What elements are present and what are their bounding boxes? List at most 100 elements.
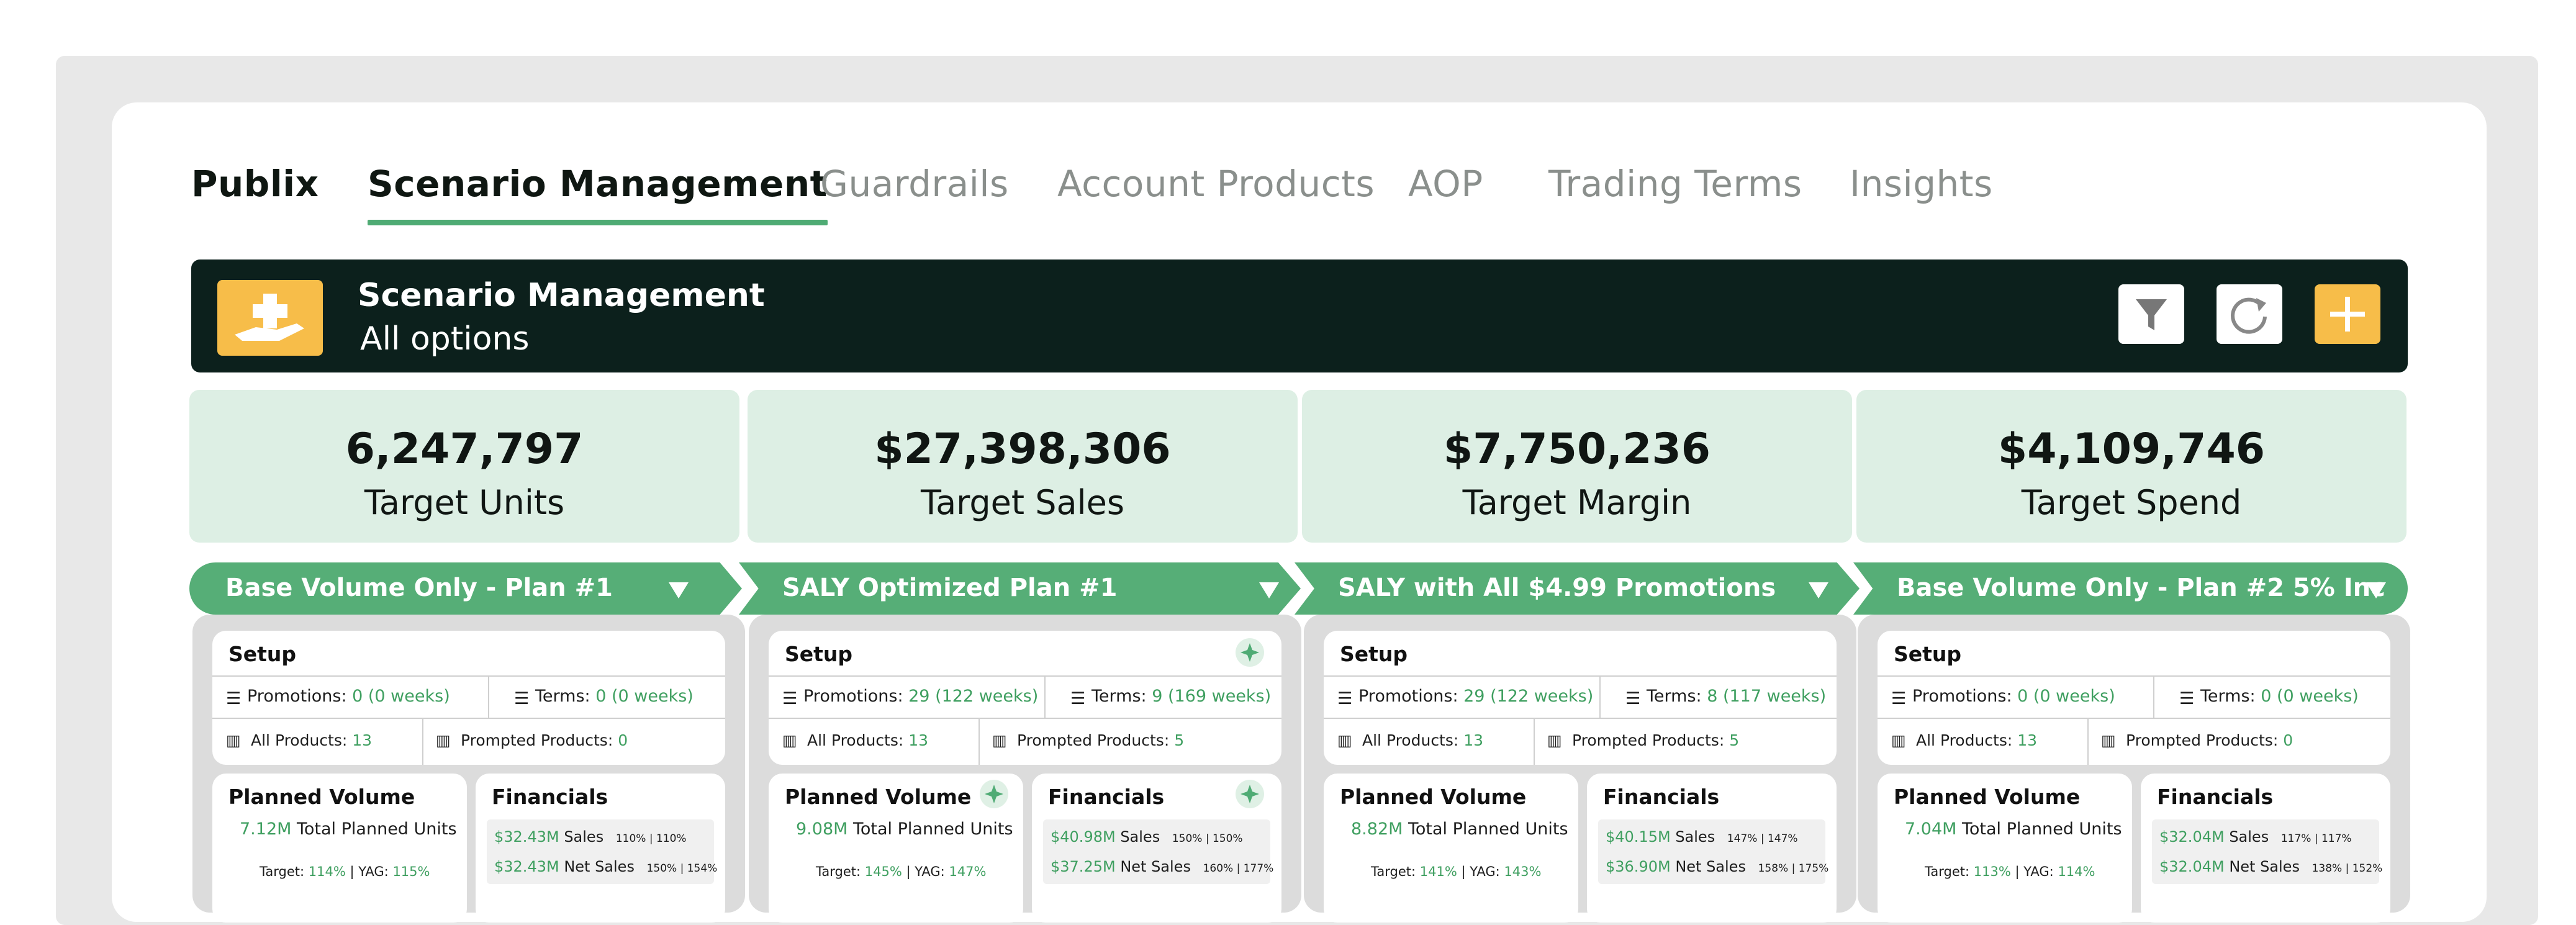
total-planned-units: 9.08M Total Planned Units <box>796 819 1013 839</box>
divider <box>2153 675 2154 719</box>
sales-pct: 147% | 147% <box>1727 833 1798 845</box>
all-products-value: 13 <box>2017 731 2038 749</box>
ai-sparkle-icon[interactable] <box>1236 638 1264 667</box>
filter-button[interactable] <box>2118 284 2184 344</box>
promotions-summary[interactable]: ☰ Promotions: 0 (0 weeks) <box>1891 687 2115 708</box>
sales-pct: 117% | 117% <box>2280 833 2352 845</box>
sales-value: $32.04M <box>2159 828 2225 846</box>
add-scenario-button[interactable] <box>2315 284 2380 344</box>
promotions-label: Promotions: <box>803 687 909 706</box>
net-sales-label: Net Sales <box>559 858 635 875</box>
terms-summary[interactable]: ☰ Terms: 0 (0 weeks) <box>514 687 694 708</box>
scenario-dropdown-3[interactable]: SALY with All $4.99 Promotions <box>1295 562 1860 615</box>
sales-label: Sales <box>1670 828 1715 846</box>
all-products-summary[interactable]: ▥ All Products: 13 <box>226 731 373 749</box>
divider <box>2087 718 2089 765</box>
financials-card: Financials $40.15M Sales 147% | 147% $36… <box>1587 774 1837 923</box>
promotions-summary[interactable]: ☰ Promotions: 29 (122 weeks) <box>1337 687 1594 708</box>
prompted-products-value: 0 <box>618 731 628 749</box>
divider <box>212 675 725 677</box>
kpi-value: 6,247,797 <box>345 425 584 474</box>
all-products-label: All Products: <box>1916 731 2018 749</box>
chevron-down-icon <box>2366 582 2386 598</box>
net-sales-line: $32.04M Net Sales 138% | 152% <box>2159 858 2382 875</box>
filter-icon <box>2136 299 2167 330</box>
scenario-dropdown-1[interactable]: Base Volume Only - Plan #1 <box>189 562 742 615</box>
planned-volume-card: Planned Volume 8.82M Total Planned Units… <box>1324 774 1578 923</box>
setup-card: Setup ☰ Promotions: 29 (122 weeks) ☰ Ter… <box>769 631 1281 765</box>
setup-card: Setup ☰ Promotions: 29 (122 weeks) ☰ Ter… <box>1324 631 1837 765</box>
promotions-summary[interactable]: ☰ Promotions: 29 (122 weeks) <box>782 687 1039 708</box>
all-products-value: 13 <box>352 731 373 749</box>
yag-value: 143% <box>1504 864 1542 879</box>
terms-summary[interactable]: ☰ Terms: 8 (117 weeks) <box>1625 687 1826 708</box>
target-yag-line: Target: 113% | YAG: 114% <box>1925 864 2095 879</box>
setup-title: Setup <box>785 642 853 666</box>
prompted-products-summary[interactable]: ▥ Prompted Products: 0 <box>436 731 628 749</box>
scenario-column-4: Setup ☰ Promotions: 0 (0 weeks) ☰ Terms:… <box>1858 615 2410 923</box>
planned-volume-title: Planned Volume <box>1894 785 2081 809</box>
tab-account-products[interactable]: Account Products <box>1057 163 1375 205</box>
planned-units-label: Total Planned Units <box>1956 819 2122 839</box>
yag-value: 114% <box>2058 864 2095 879</box>
chevron-down-icon <box>1259 582 1279 598</box>
tab-label: Scenario Management <box>368 163 828 205</box>
prompted-products-summary[interactable]: ▥ Prompted Products: 5 <box>1547 731 1739 749</box>
chevron-down-icon <box>669 582 689 598</box>
ai-sparkle-icon[interactable] <box>1236 780 1264 808</box>
tab-publix[interactable]: Publix <box>191 163 319 205</box>
scenario-dropdown-4[interactable]: Base Volume Only - Plan #2 5% Inc <box>1853 562 2408 615</box>
promotions-value: 0 (0 weeks) <box>352 687 450 706</box>
tab-scenario-management[interactable]: Scenario Management <box>368 163 828 225</box>
sales-label: Sales <box>559 828 604 846</box>
promotions-summary[interactable]: ☰ Promotions: 0 (0 weeks) <box>226 687 450 708</box>
net-sales-value: $32.04M <box>2159 858 2225 875</box>
divider <box>769 675 1281 677</box>
refresh-button[interactable] <box>2217 284 2282 344</box>
all-products-value: 13 <box>1463 731 1484 749</box>
all-products-summary[interactable]: ▥ All Products: 13 <box>782 731 928 749</box>
tab-insights[interactable]: Insights <box>1850 163 1993 205</box>
setup-title: Setup <box>228 642 297 666</box>
tab-trading-terms[interactable]: Trading Terms <box>1548 163 1802 205</box>
terms-summary[interactable]: ☰ Terms: 0 (0 weeks) <box>2179 687 2359 708</box>
financials-title: Financials <box>492 785 608 809</box>
terms-value: 0 (0 weeks) <box>595 687 694 706</box>
tab-guardrails[interactable]: Guardrails <box>820 163 1009 205</box>
terms-summary[interactable]: ☰ Terms: 9 (169 weeks) <box>1070 687 1271 708</box>
target-label: Target: <box>1371 864 1420 879</box>
ai-sparkle-icon[interactable] <box>980 780 1008 808</box>
divider <box>1324 718 1837 719</box>
prompted-products-summary[interactable]: ▥ Prompted Products: 5 <box>992 731 1184 749</box>
scenario-dropdown-2[interactable]: SALY Optimized Plan #1 <box>739 562 1301 615</box>
prompted-products-value: 0 <box>2283 731 2294 749</box>
barcode-icon: ▥ <box>782 731 797 749</box>
promotions-value: 29 (122 weeks) <box>908 687 1039 706</box>
divider <box>1878 675 2390 677</box>
scenario-name: Base Volume Only - Plan #1 <box>225 574 613 602</box>
kpi-label: Target Spend <box>2021 483 2242 522</box>
net-sales-pct: 158% | 175% <box>1758 862 1829 875</box>
financials-title: Financials <box>2157 785 2274 809</box>
active-tab-underline <box>368 220 828 225</box>
prompted-products-summary[interactable]: ▥ Prompted Products: 0 <box>2101 731 2294 749</box>
divider <box>488 675 489 719</box>
sales-value: $40.98M <box>1051 828 1116 846</box>
all-products-summary[interactable]: ▥ All Products: 13 <box>1337 731 1484 749</box>
list-icon: ☰ <box>782 689 798 708</box>
yag-value: 147% <box>949 864 987 879</box>
all-products-summary[interactable]: ▥ All Products: 13 <box>1891 731 2038 749</box>
setup-title: Setup <box>1894 642 1962 666</box>
sales-value: $32.43M <box>494 828 559 846</box>
tab-aop[interactable]: AOP <box>1408 163 1483 205</box>
total-planned-units: 7.04M Total Planned Units <box>1905 819 2122 839</box>
all-products-label: All Products: <box>807 731 909 749</box>
sales-value: $40.15M <box>1606 828 1671 846</box>
kpi-card-target-sales: $27,398,306 Target Sales <box>748 390 1298 543</box>
net-sales-line: $37.25M Net Sales 160% | 177% <box>1051 858 1273 875</box>
sales-line: $32.04M Sales 117% | 117% <box>2159 828 2352 846</box>
header-title: Scenario Management <box>358 277 765 314</box>
list-icon: ☰ <box>1891 689 1907 708</box>
promotions-value: 29 (122 weeks) <box>1463 687 1594 706</box>
kpi-value: $7,750,236 <box>1443 425 1711 474</box>
